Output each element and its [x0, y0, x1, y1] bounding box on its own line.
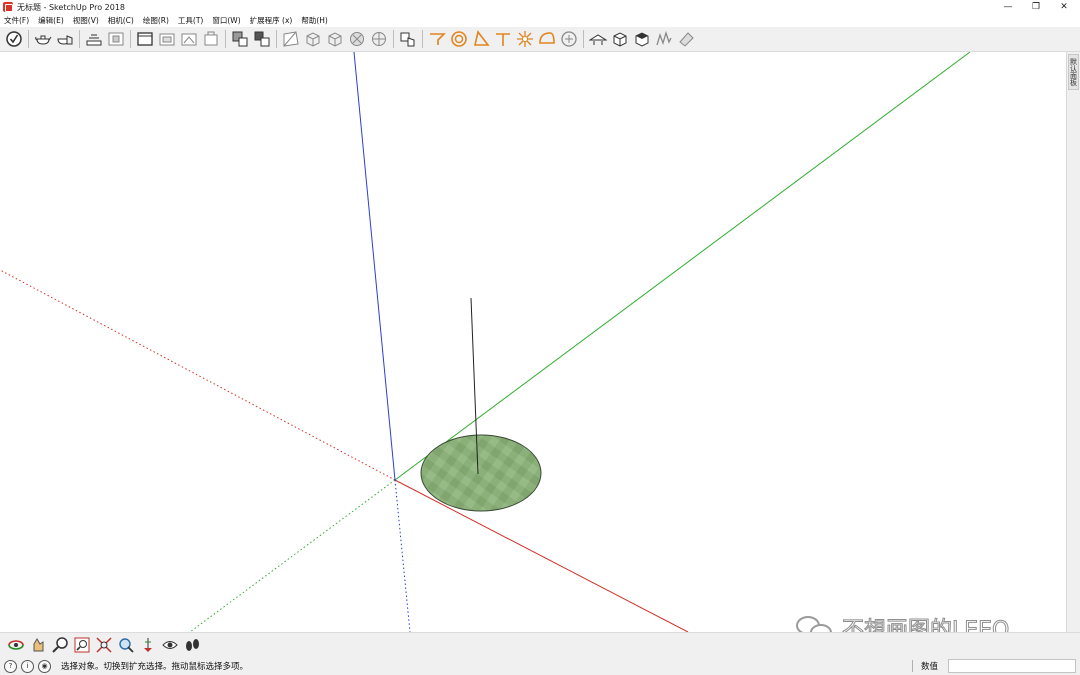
select-hand-icon[interactable]	[398, 29, 418, 49]
status-bar: ? i ◉ 选择对象。切换到扩充选择。拖动鼠标选择多项。 数值	[0, 657, 1080, 675]
toolbar-separator	[225, 30, 226, 48]
sketchup-logo-icon	[3, 2, 13, 12]
dimension-icon[interactable]	[106, 29, 126, 49]
green-axis-negative	[189, 479, 396, 632]
walk-icon[interactable]	[182, 635, 202, 655]
title-bar: 无标题 - SketchUp Pro 2018 — ❐ ✕	[0, 0, 1080, 14]
menu-camera[interactable]: 相机(C)	[108, 15, 134, 26]
window-title: 无标题 - SketchUp Pro 2018	[17, 2, 125, 12]
main-toolbar	[0, 27, 1080, 52]
look-around-icon[interactable]	[160, 635, 180, 655]
toolbar-separator	[583, 30, 584, 48]
green-axis-positive	[394, 52, 971, 481]
group-icon[interactable]	[252, 29, 272, 49]
model-info-icon[interactable]	[84, 29, 104, 49]
sketchup-window: 无标题 - SketchUp Pro 2018 — ❐ ✕ 文件(F) 编辑(E…	[0, 0, 1080, 675]
instructor-icon[interactable]	[4, 29, 24, 49]
eraser-icon[interactable]	[676, 29, 696, 49]
menu-file[interactable]: 文件(F)	[4, 15, 29, 26]
iso-view-icon[interactable]	[610, 29, 630, 49]
blue-axis-positive	[353, 52, 396, 481]
tape-measure-icon[interactable]	[493, 29, 513, 49]
restore-button[interactable]: ❐	[1022, 0, 1050, 14]
position-camera-icon[interactable]	[138, 635, 158, 655]
camera-position-icon[interactable]	[588, 29, 608, 49]
measurements-label: 数值	[921, 662, 939, 672]
sun-icon[interactable]	[515, 29, 535, 49]
compass-icon[interactable]	[559, 29, 579, 49]
protractor-icon[interactable]	[427, 29, 447, 49]
pan-icon[interactable]	[28, 635, 48, 655]
status-divider	[912, 660, 913, 672]
previous-view-icon[interactable]	[116, 635, 136, 655]
section-fill-icon[interactable]	[157, 29, 177, 49]
tray-panel-strip: 默认面板	[1066, 52, 1080, 632]
default-tray-tab[interactable]: 默认面板	[1068, 54, 1079, 90]
top-view-icon[interactable]	[632, 29, 652, 49]
hidden-line-icon[interactable]	[325, 29, 345, 49]
measurements-input[interactable]	[948, 659, 1076, 673]
triangle-icon[interactable]	[471, 29, 491, 49]
blue-axis-negative	[394, 479, 411, 632]
wireframe-icon[interactable]	[303, 29, 323, 49]
menu-help[interactable]: 帮助(H)	[301, 15, 328, 26]
zoom-icon[interactable]	[50, 635, 70, 655]
teapot-icon[interactable]	[33, 29, 53, 49]
shaded-icon[interactable]	[347, 29, 367, 49]
red-axis-negative	[0, 269, 396, 481]
modeling-viewport[interactable]	[0, 52, 1066, 632]
section-plane-icon[interactable]	[135, 29, 155, 49]
menu-window[interactable]: 窗口(W)	[212, 15, 240, 26]
red-axis-positive	[394, 479, 689, 632]
hemisphere-icon[interactable]	[537, 29, 557, 49]
teapot-hand-icon[interactable]	[55, 29, 75, 49]
section-display-icon[interactable]	[179, 29, 199, 49]
circle-face[interactable]	[420, 434, 542, 512]
menu-edit[interactable]: 编辑(E)	[38, 15, 64, 26]
close-button[interactable]: ✕	[1050, 0, 1078, 14]
geo-location-icon[interactable]: ?	[4, 659, 17, 673]
menu-extensions[interactable]: 扩展程序 (x)	[250, 15, 293, 26]
orbit-icon[interactable]	[6, 635, 26, 655]
status-message: 选择对象。切换到扩充选择。拖动鼠标选择多项。	[61, 662, 249, 672]
toolbar-separator	[422, 30, 423, 48]
toolbar-separator	[130, 30, 131, 48]
menu-tools[interactable]: 工具(T)	[178, 15, 203, 26]
toolbar-separator	[79, 30, 80, 48]
sandbox-icon[interactable]	[654, 29, 674, 49]
zoom-window-icon[interactable]	[72, 635, 92, 655]
circle-target-icon[interactable]	[449, 29, 469, 49]
menu-bar: 文件(F) 编辑(E) 视图(V) 相机(C) 绘图(R) 工具(T) 窗口(W…	[0, 14, 1080, 27]
xray-icon[interactable]	[281, 29, 301, 49]
user-account-icon[interactable]: ◉	[38, 659, 51, 673]
section-cuts-icon[interactable]	[201, 29, 221, 49]
toolbar-separator	[28, 30, 29, 48]
menu-draw[interactable]: 绘图(R)	[143, 15, 169, 26]
camera-toolbar	[0, 632, 1080, 657]
toolbar-separator	[393, 30, 394, 48]
component-icon[interactable]	[230, 29, 250, 49]
toolbar-separator	[276, 30, 277, 48]
minimize-button[interactable]: —	[994, 0, 1022, 14]
textured-icon[interactable]	[369, 29, 389, 49]
credits-icon[interactable]: i	[21, 659, 34, 673]
menu-view[interactable]: 视图(V)	[73, 15, 99, 26]
zoom-extents-icon[interactable]	[94, 635, 114, 655]
